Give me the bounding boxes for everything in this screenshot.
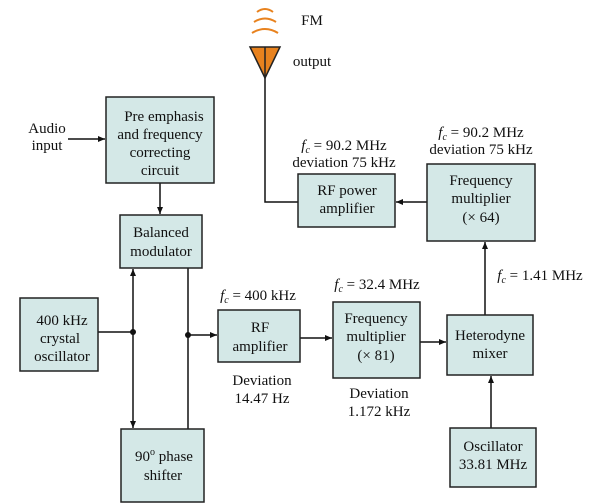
- svg-text:oscillator: oscillator: [34, 349, 90, 365]
- svg-text:correcting: correcting: [130, 145, 191, 161]
- audio-input-label: Audio: [28, 121, 66, 137]
- svg-text:90o phase: 90o phase: [135, 447, 193, 465]
- svg-text:multiplier: multiplier: [346, 329, 405, 345]
- svg-text:mixer: mixer: [473, 346, 508, 362]
- antenna-icon: [248, 8, 282, 80]
- mult81-fc-label: fc = 32.4 MHz: [334, 277, 420, 295]
- mult64-deviation: deviation 75 kHz: [429, 142, 533, 158]
- rf-power-amplifier-block: RF power amplifier: [297, 173, 396, 228]
- svg-text:Balanced: Balanced: [133, 225, 189, 241]
- svg-text:Frequency: Frequency: [344, 311, 408, 327]
- svg-text:crystal: crystal: [40, 331, 80, 347]
- svg-text:Pre emphasis: Pre emphasis: [124, 109, 204, 125]
- oscillator-block: Oscillator 33.81 MHz: [449, 427, 537, 488]
- mult81-deviation: Deviation: [349, 386, 409, 402]
- balanced-modulator-block: Balanced modulator: [119, 214, 203, 269]
- svg-text:multiplier: multiplier: [451, 191, 510, 207]
- svg-text:Frequency: Frequency: [449, 173, 513, 189]
- rf-amplifier-block: RF amplifier: [217, 309, 301, 363]
- svg-text:and frequency: and frequency: [117, 127, 203, 143]
- svg-text:(× 81): (× 81): [357, 348, 394, 364]
- crystal-oscillator-block: 400 kHz crystal oscillator: [19, 297, 99, 372]
- rf-amp-deviation: Deviation: [232, 373, 292, 389]
- svg-text:Oscillator: Oscillator: [463, 439, 522, 455]
- svg-text:33.81 MHz: 33.81 MHz: [459, 457, 528, 473]
- frequency-multiplier-81-block: Frequency multiplier (× 81): [332, 301, 421, 379]
- svg-text:(× 64): (× 64): [462, 210, 499, 226]
- mult81-deviation-value: 1.172 kHz: [348, 404, 411, 420]
- fm-output-label-2: output: [293, 54, 332, 70]
- power-amp-deviation: deviation 75 kHz: [292, 155, 396, 171]
- svg-text:circuit: circuit: [141, 163, 180, 179]
- heterodyne-mixer-block: Heterodyne mixer: [446, 314, 534, 376]
- svg-text:RF power: RF power: [317, 183, 377, 199]
- pre-emphasis-block: Pre emphasis and frequency correcting ci…: [105, 96, 215, 184]
- fm-output-label: FM: [301, 13, 323, 29]
- audio-input-label-2: input: [32, 138, 64, 154]
- fm-transmitter-diagram: FM output Audio input Pre emphasis and f…: [19, 8, 583, 503]
- svg-text:shifter: shifter: [144, 468, 182, 484]
- svg-text:amplifier: amplifier: [233, 339, 288, 355]
- svg-text:amplifier: amplifier: [320, 201, 375, 217]
- phase-shifter-block: 90o phase shifter: [120, 428, 205, 503]
- svg-text:400 kHz: 400 kHz: [36, 313, 88, 329]
- svg-text:modulator: modulator: [130, 244, 192, 260]
- rf-amp-fc-label: fc = 400 kHz: [220, 288, 296, 306]
- frequency-multiplier-64-block: Frequency multiplier (× 64): [426, 163, 536, 242]
- svg-text:Heterodyne: Heterodyne: [455, 328, 525, 344]
- power-amp-fc-label: fc = 90.2 MHz: [301, 138, 387, 156]
- rf-amp-deviation-value: 14.47 Hz: [235, 391, 290, 407]
- mult64-fc-label: fc = 90.2 MHz: [438, 125, 524, 143]
- mixer-output-fc-label: fc = 1.41 MHz: [497, 268, 583, 286]
- svg-text:RF: RF: [251, 320, 269, 336]
